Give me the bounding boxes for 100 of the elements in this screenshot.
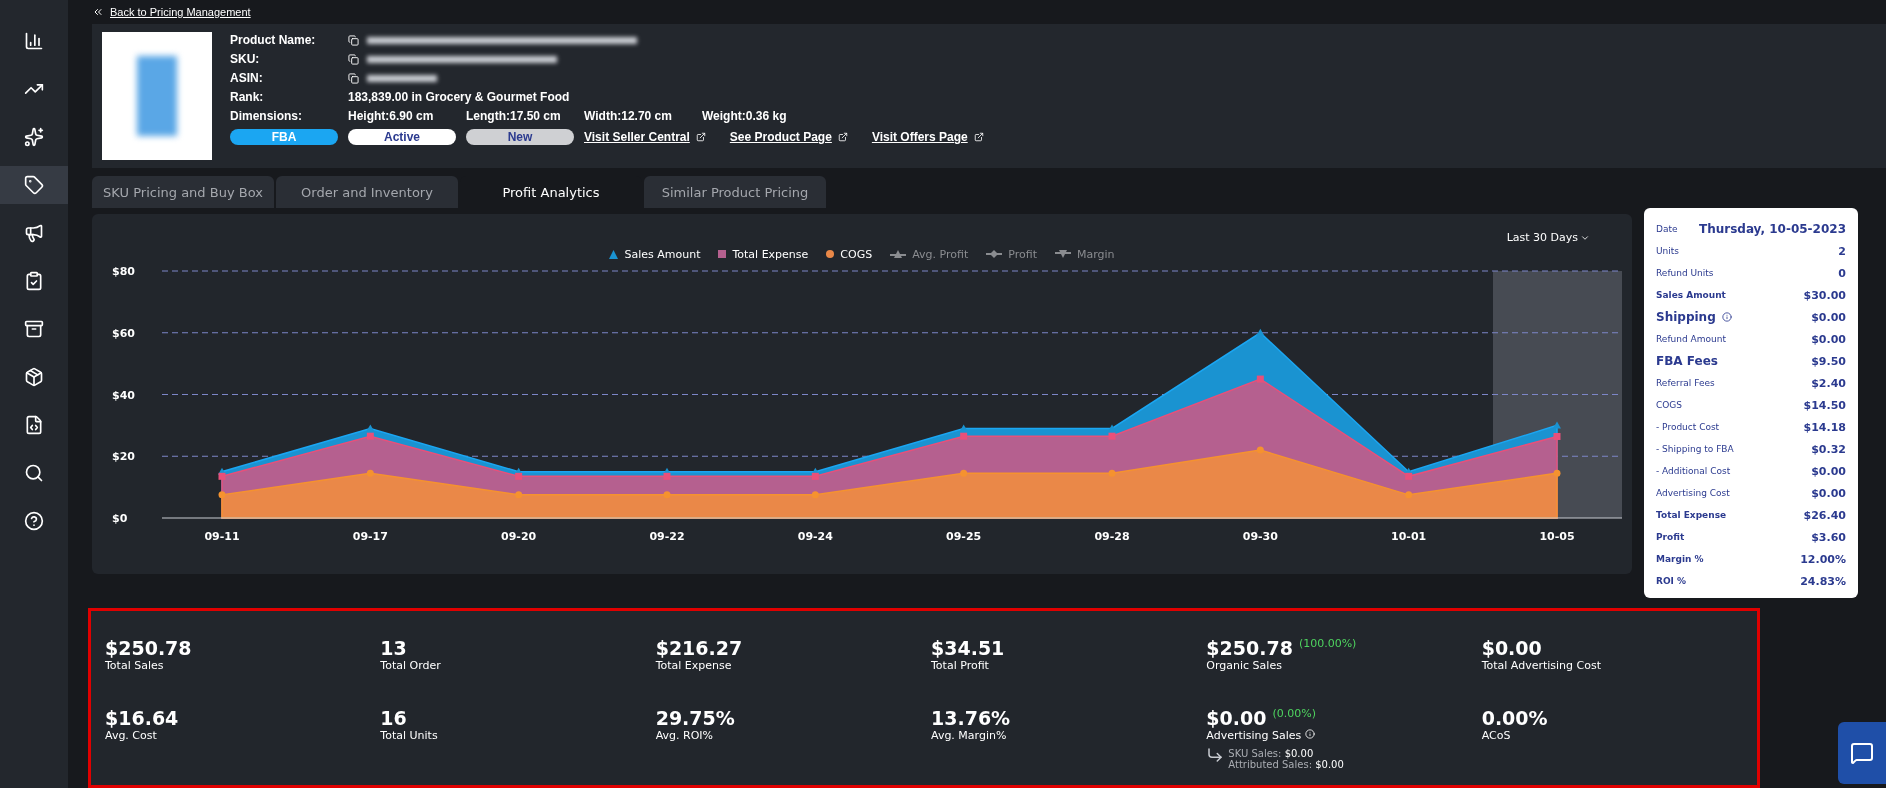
stat-label: Total Expense [655,659,732,673]
axis-label: $60 [112,327,135,341]
legend-marker-icon [609,249,619,259]
tooltip-value: 0 [1838,266,1846,280]
point [663,491,671,499]
axis-label: $0 [112,512,128,526]
axis-label: 09-25 [946,530,982,544]
copy-icon[interactable] [348,53,359,65]
stat-label: Avg. ROI% [655,729,714,743]
legend-marker-icon [718,250,727,259]
tab[interactable]: Order and Inventory [276,176,458,209]
stat-label: Avg. Cost [105,729,157,743]
legend-item[interactable]: Sales Amount [609,247,701,261]
tooltip-value: $0.32 [1811,442,1846,456]
legend-marker-icon [890,250,907,259]
axis-label: 09-30 [1242,530,1278,544]
tooltip-value: $30.00 [1803,288,1846,302]
stat-value: $0.00 [1481,637,1542,660]
tooltip-label: Units [1656,246,1679,257]
point [218,491,226,499]
chat-bubble-icon [1850,741,1874,765]
stat-value: $34.51 [931,637,1005,660]
stat-value: $0.00 [1206,707,1267,730]
tooltip-value: 2 [1838,244,1846,258]
stat-value: 0.00% [1481,707,1548,730]
field-value: 183,839.00 in Grocery & Gourmet Food [348,90,570,105]
tooltip-value: $9.50 [1811,354,1846,368]
external-link[interactable]: Visit Seller Central [584,130,706,145]
axis-label: 09-24 [797,530,833,544]
external-link[interactable]: Visit Offers Page [871,130,984,145]
legend-marker-icon [1054,250,1071,259]
bent-arrow-icon [1206,746,1225,765]
sidebar-item[interactable] [0,166,68,204]
tab[interactable]: Similar Product Pricing [644,176,826,209]
point [960,470,968,478]
clipboard-check-icon [24,271,44,291]
copy-icon[interactable] [348,72,359,84]
external-link[interactable]: See Product Page [729,130,848,145]
period-dropdown[interactable]: Last 30 Days [1500,230,1596,246]
legend-item[interactable]: Avg. Profit [890,247,969,261]
legend-item[interactable]: COGS [826,247,873,261]
chat-button[interactable] [1838,722,1886,784]
stat-label: Organic Sales [1206,659,1282,673]
tooltip-value: $0.00 [1811,464,1846,478]
axis-label: $20 [112,450,135,464]
point [811,491,819,499]
external-link-icon [973,132,984,143]
stat-value: $216.27 [655,637,743,660]
legend-item[interactable]: Total Expense [718,247,809,261]
tooltip-label: Refund Amount [1656,334,1726,345]
dimension-value: Height:6.90 cm [348,109,435,124]
archive-icon [24,319,44,339]
external-link-icon [837,132,848,143]
stat-value: $250.78 [1206,637,1293,660]
tag-icon [24,175,44,195]
legend-item[interactable]: Profit [986,247,1037,261]
stat-label: Avg. Margin% [931,729,1007,743]
legend-item[interactable]: Margin [1054,247,1115,261]
point [1256,446,1264,454]
axis-label: $40 [112,388,135,402]
tooltip-label: ROI % [1656,576,1687,587]
dimension-value: Weight:0.36 kg [702,109,788,124]
axis-label: 09-28 [1094,530,1130,544]
status-badge: Active [348,129,456,146]
tooltip-value: $3.60 [1811,530,1846,544]
stat-value: 13.76% [931,707,1011,730]
dimension-value: Width:12.70 cm [584,109,673,124]
copy-icon[interactable] [348,34,359,46]
field-label: SKU: [230,52,261,67]
back-link[interactable]: Back to Pricing Management [110,6,251,19]
field-label: Product Name: [230,33,317,48]
tooltip-label: Margin % [1656,554,1704,565]
stat-share: (100.00%) [1298,637,1357,651]
tooltip-label: - Shipping to FBA [1656,444,1734,455]
bar-chart-icon [24,31,44,51]
tooltip-value: $0.00 [1811,310,1846,324]
tooltip-value: $14.50 [1803,398,1846,412]
tooltip-value: 24.83% [1800,574,1846,588]
stat-value: 29.75% [655,707,735,730]
tab[interactable]: SKU Pricing and Buy Box [92,176,274,209]
tooltip-value: $2.40 [1811,376,1846,390]
tooltip-label: - Product Cost [1656,422,1720,433]
axis-label: 09-17 [352,530,388,544]
tooltip-value: 12.00% [1800,552,1846,566]
stat-label: Total Units [380,729,438,743]
legend-marker-icon [826,250,835,259]
stat-value: $250.78 [105,637,192,660]
stat-value: $16.64 [105,707,179,730]
breakdown-text: Attributed Sales: $0.00 [1228,759,1344,771]
tooltip-value: $0.00 [1811,332,1846,346]
point [1405,491,1413,499]
point [515,491,523,499]
field-label: Rank: [230,90,265,105]
legend-marker-icon [986,250,1003,259]
tooltip-label: Profit [1656,532,1685,543]
field-label: Dimensions: [230,109,303,124]
box-icon [24,367,44,387]
stat-value: 13 [380,637,407,660]
tooltip-value: Thursday, 10-05-2023 [1698,222,1846,237]
tooltip-value: $0.00 [1811,486,1846,500]
